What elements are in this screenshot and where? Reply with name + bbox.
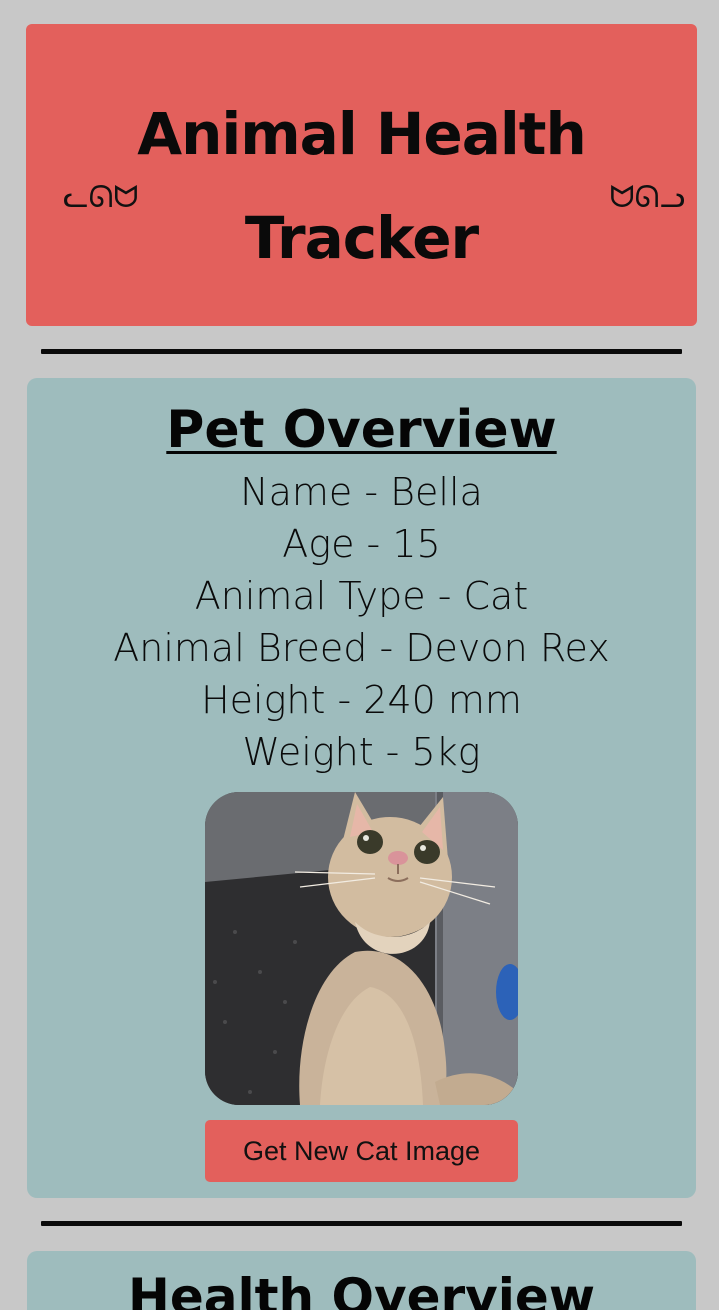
health-overview-title: Health Overview bbox=[127, 1268, 596, 1310]
section-divider bbox=[41, 349, 682, 354]
pet-details-list: Name - Bella Age - 15 Animal Type - Cat … bbox=[27, 466, 696, 778]
page-title: Animal Health Tracker bbox=[137, 100, 587, 272]
pet-age: Age - 15 bbox=[282, 522, 441, 566]
pet-weight: Weight - 5kg bbox=[242, 730, 481, 774]
cat-emoticon-right: ᗢᘏᓗ bbox=[609, 180, 685, 215]
pet-overview-panel: Pet Overview Name - Bella Age - 15 Anima… bbox=[27, 378, 696, 1198]
get-new-cat-image-button[interactable]: Get New Cat Image bbox=[205, 1120, 518, 1182]
health-overview-panel: Health Overview bbox=[27, 1251, 696, 1310]
pet-overview-title: Pet Overview bbox=[27, 398, 696, 462]
app-header: ᓚᘏᗢ Animal Health Tracker ᗢᘏᓗ bbox=[26, 24, 697, 326]
section-divider bbox=[41, 1221, 682, 1226]
pet-name: Name - Bella bbox=[240, 470, 483, 514]
pet-height: Height - 240 mm bbox=[201, 678, 522, 722]
cat-emoticon-left: ᓚᘏᗢ bbox=[63, 180, 139, 215]
page: ᓚᘏᗢ Animal Health Tracker ᗢᘏᓗ Pet Overvi… bbox=[0, 0, 719, 1310]
pet-animal-type: Animal Type - Cat bbox=[194, 574, 529, 618]
pet-overview-title-text: Pet Overview bbox=[166, 400, 557, 460]
cat-photo bbox=[205, 792, 518, 1105]
pet-breed: Animal Breed - Devon Rex bbox=[113, 626, 610, 670]
